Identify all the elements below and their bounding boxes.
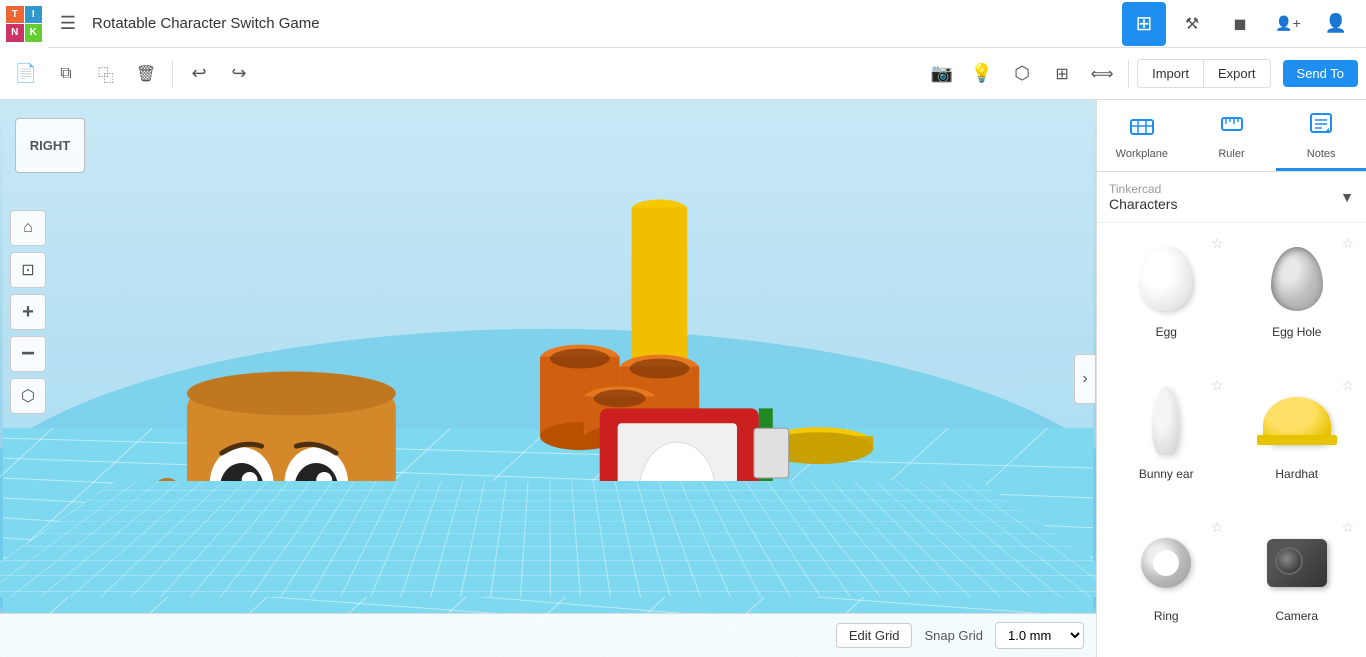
logo: T I N K — [0, 0, 48, 48]
view-cube[interactable]: RIGHT — [10, 110, 90, 190]
bulb-button[interactable]: 💡 — [964, 56, 1000, 92]
zoom-in-button[interactable]: + — [10, 294, 46, 330]
top-bar: T I N K ☰ Rotatable Character Switch Gam… — [0, 0, 1366, 48]
grid-nav-button[interactable]: ⊞ — [1122, 2, 1166, 46]
right-panel-tools: Workplane Ruler — [1097, 100, 1366, 172]
build-nav-button[interactable]: ⚒ — [1170, 2, 1214, 46]
delete-button[interactable]: 🗑 — [128, 56, 164, 92]
paste-button[interactable]: ⿻ — [88, 56, 124, 92]
home-view-button[interactable]: ⌂ — [10, 210, 46, 246]
library-source-label: Tinkercad — [1109, 182, 1332, 196]
right-panel-header: Tinkercad Characters ▼ — [1097, 172, 1366, 223]
bottom-bar: Edit Grid Snap Grid 0.1 mm 0.5 mm 1.0 mm… — [0, 613, 1096, 657]
hardhat-shape-item[interactable]: ☆ Hardhat — [1236, 373, 1359, 507]
egg-label: Egg — [1156, 325, 1177, 339]
view-cube-face[interactable]: RIGHT — [15, 118, 85, 173]
bunny-ear-label: Bunny ear — [1139, 467, 1194, 481]
zoom-out-button[interactable]: − — [10, 336, 46, 372]
left-nav: ⌂ ⊡ + − ⬡ — [10, 210, 46, 414]
snap-grid-dropdown: 0.1 mm 0.5 mm 1.0 mm 2.0 mm 5.0 mm 10.0 … — [995, 622, 1084, 649]
egg-hole-preview — [1257, 239, 1337, 319]
ruler-label: Ruler — [1218, 148, 1244, 160]
camera-button[interactable]: 📷 — [924, 56, 960, 92]
mirror-button[interactable]: ⟺ — [1084, 56, 1120, 92]
import-export-buttons: Import Export — [1137, 59, 1270, 88]
redo-button[interactable]: ↪ — [221, 56, 257, 92]
import-button[interactable]: Import — [1137, 59, 1204, 88]
bunny-ear-preview — [1126, 381, 1206, 461]
egg-hole-label: Egg Hole — [1272, 325, 1321, 339]
notes-label: Notes — [1307, 148, 1336, 160]
workplane-label: Workplane — [1116, 148, 1168, 160]
notes-tool[interactable]: Notes — [1276, 100, 1366, 171]
main-area: RIGHT ⌂ ⊡ + − ⬡ › Edit Grid Snap Grid 0.… — [0, 100, 1366, 657]
egg-star[interactable]: ☆ — [1211, 235, 1224, 252]
library-name: Characters — [1109, 196, 1332, 212]
fit-view-button[interactable]: ⊡ — [10, 252, 46, 288]
camera-shape-item[interactable]: ☆ Camera — [1236, 515, 1359, 649]
egg-shape-item[interactable]: ☆ Egg — [1105, 231, 1228, 365]
shape-button[interactable]: ⬡ — [1004, 56, 1040, 92]
bunny-ear-star[interactable]: ☆ — [1211, 377, 1224, 394]
new-button[interactable]: 📄 — [8, 56, 44, 92]
collapse-panel-button[interactable]: › — [1074, 354, 1096, 404]
camera-label: Camera — [1275, 609, 1318, 623]
ring-shape-item[interactable]: ☆ Ring — [1105, 515, 1228, 649]
export-button[interactable]: Export — [1204, 59, 1271, 88]
egg-preview — [1126, 239, 1206, 319]
toolbar-separator-2 — [1128, 60, 1129, 88]
add-person-nav-button[interactable]: 👤+ — [1266, 2, 1310, 46]
hardhat-preview — [1257, 381, 1337, 461]
ruler-icon — [1218, 110, 1246, 144]
project-title: Rotatable Character Switch Game — [88, 15, 1122, 32]
ruler-tool[interactable]: Ruler — [1187, 100, 1277, 171]
snap-grid-label: Snap Grid — [924, 628, 983, 643]
copy-button[interactable]: ⧉ — [48, 56, 84, 92]
scene: RIGHT ⌂ ⊡ + − ⬡ › Edit Grid Snap Grid 0.… — [0, 100, 1096, 657]
snap-grid-select[interactable]: 0.1 mm 0.5 mm 1.0 mm 2.0 mm 5.0 mm 10.0 … — [995, 622, 1084, 649]
egg-hole-star[interactable]: ☆ — [1341, 235, 1354, 252]
perspective-button[interactable]: ⬡ — [10, 378, 46, 414]
align-button[interactable]: ⊞ — [1044, 56, 1080, 92]
grid-lines — [0, 481, 1096, 597]
shapes-grid: ☆ Egg ☆ Egg Hole ☆ Bunny ear — [1097, 223, 1366, 657]
grid-floor — [0, 481, 1096, 597]
ring-star[interactable]: ☆ — [1211, 519, 1224, 536]
viewport[interactable]: RIGHT ⌂ ⊡ + − ⬡ › Edit Grid Snap Grid 0.… — [0, 100, 1096, 657]
library-dropdown-button[interactable]: ▼ — [1340, 189, 1354, 205]
hardhat-star[interactable]: ☆ — [1341, 377, 1354, 394]
profile-nav-button[interactable]: 👤 — [1314, 2, 1358, 46]
toolbar: 📄 ⧉ ⿻ 🗑 ↩ ↪ 📷 💡 ⬡ ⊞ ⟺ Import Export Send… — [0, 48, 1366, 100]
project-list-icon[interactable]: ☰ — [52, 8, 84, 40]
right-panel: Workplane Ruler — [1096, 100, 1366, 657]
ring-label: Ring — [1154, 609, 1179, 623]
bunny-ear-shape-item[interactable]: ☆ Bunny ear — [1105, 373, 1228, 507]
workplane-tool[interactable]: Workplane — [1097, 100, 1187, 171]
camera-preview — [1257, 523, 1337, 603]
undo-button[interactable]: ↩ — [181, 56, 217, 92]
box-nav-button[interactable]: ◼ — [1218, 2, 1262, 46]
egg-hole-shape-item[interactable]: ☆ Egg Hole — [1236, 231, 1359, 365]
hardhat-label: Hardhat — [1275, 467, 1318, 481]
notes-icon — [1307, 110, 1335, 144]
workplane-icon — [1128, 110, 1156, 144]
toolbar-separator-1 — [172, 60, 173, 88]
ring-preview — [1126, 523, 1206, 603]
nav-icons-right: ⊞ ⚒ ◼ 👤+ 👤 — [1122, 2, 1358, 46]
camera-star[interactable]: ☆ — [1341, 519, 1354, 536]
send-to-button[interactable]: Send To — [1283, 60, 1358, 87]
edit-grid-button[interactable]: Edit Grid — [836, 623, 913, 648]
